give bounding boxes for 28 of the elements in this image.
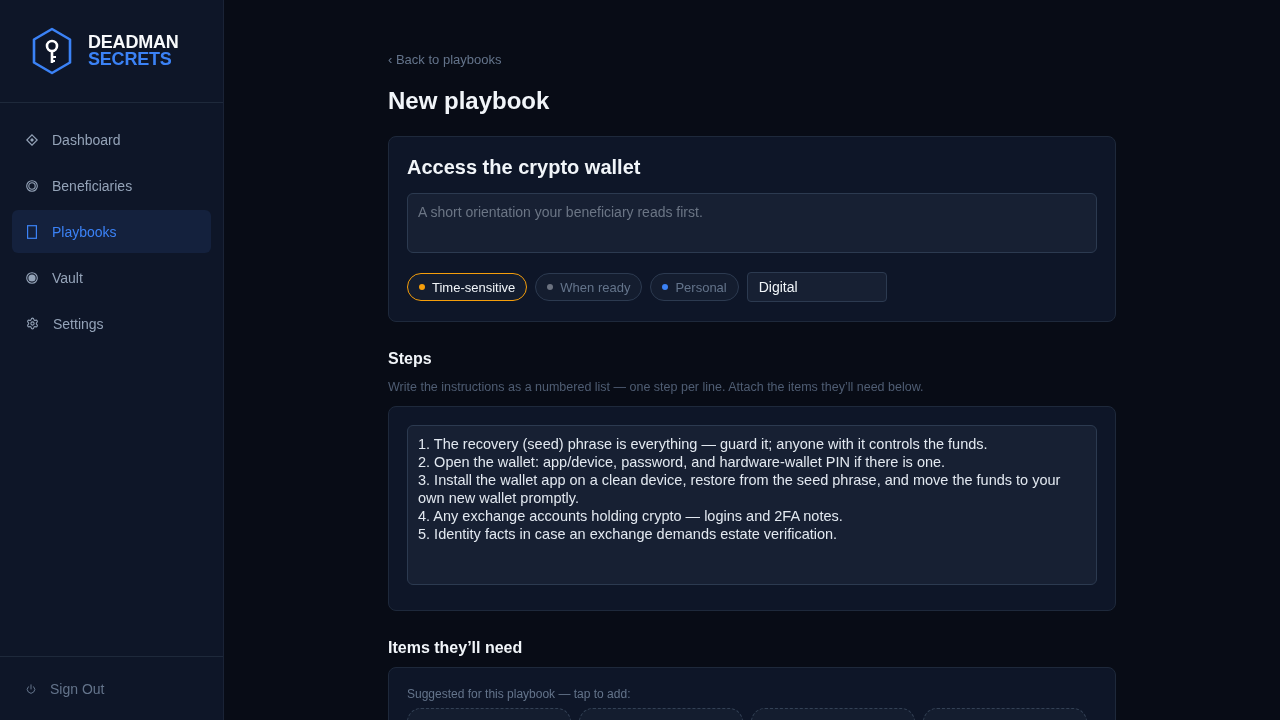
diamond-icon [26, 133, 38, 146]
section-hint: Write the instructions as a numbered list — one step per line. Attach the items they’ll need below. [388, 379, 925, 395]
playbook-title: Access the crypto wallet [407, 155, 642, 179]
tag-chip[interactable]: When ready [535, 273, 643, 301]
nav-item[interactable]: Vault [12, 256, 211, 299]
nav-item[interactable]: Settings [12, 302, 211, 345]
filled-circle-ring-icon [26, 271, 38, 284]
rectangle-icon [26, 224, 38, 239]
section-heading: Items they’ll need [388, 638, 524, 658]
section-heading: Steps [388, 349, 433, 369]
sign-out-button[interactable]: Sign Out [26, 680, 105, 697]
tag-chip[interactable]: Time-sensitive [407, 273, 528, 301]
brand-name: DEADMAN [88, 34, 179, 51]
nav-item[interactable]: Dashboard [12, 118, 211, 161]
tag-chip[interactable]: Personal [650, 273, 739, 301]
category-field[interactable]: Digital [746, 272, 887, 302]
settings-icon [26, 317, 39, 330]
suggestions-label: Suggested for this playbook — tap to add: [407, 686, 632, 702]
page-title: New playbook [388, 86, 551, 116]
brand-name: SECRETS [88, 51, 173, 68]
back-link[interactable]: ‹ Back to playbooks [388, 52, 502, 68]
nav-item[interactable]: Playbooks [12, 210, 211, 253]
nav-item[interactable]: Beneficiaries [12, 164, 211, 207]
concentric-circles-icon [26, 179, 38, 192]
steps-textarea[interactable]: 1. The recovery (seed) phrase is everything — guard it; anyone with it controls the funds. 2. Open the wallet: app/device, password, and hardware-wallet PIN if there is one. 3. Install the wallet app on a clean device, restore from the seed phrase, and move the funds to your own new wallet promptly. 4. Any exchange accounts holding crypto — logins and 2FA notes. 5. Identity facts in case an exchange demands estate verification. [407, 425, 1097, 585]
summary-field[interactable]: A short orientation your beneficiary reads first. [407, 193, 1097, 253]
hexagon-key-logo-icon [31, 27, 73, 75]
power-icon [26, 683, 36, 694]
